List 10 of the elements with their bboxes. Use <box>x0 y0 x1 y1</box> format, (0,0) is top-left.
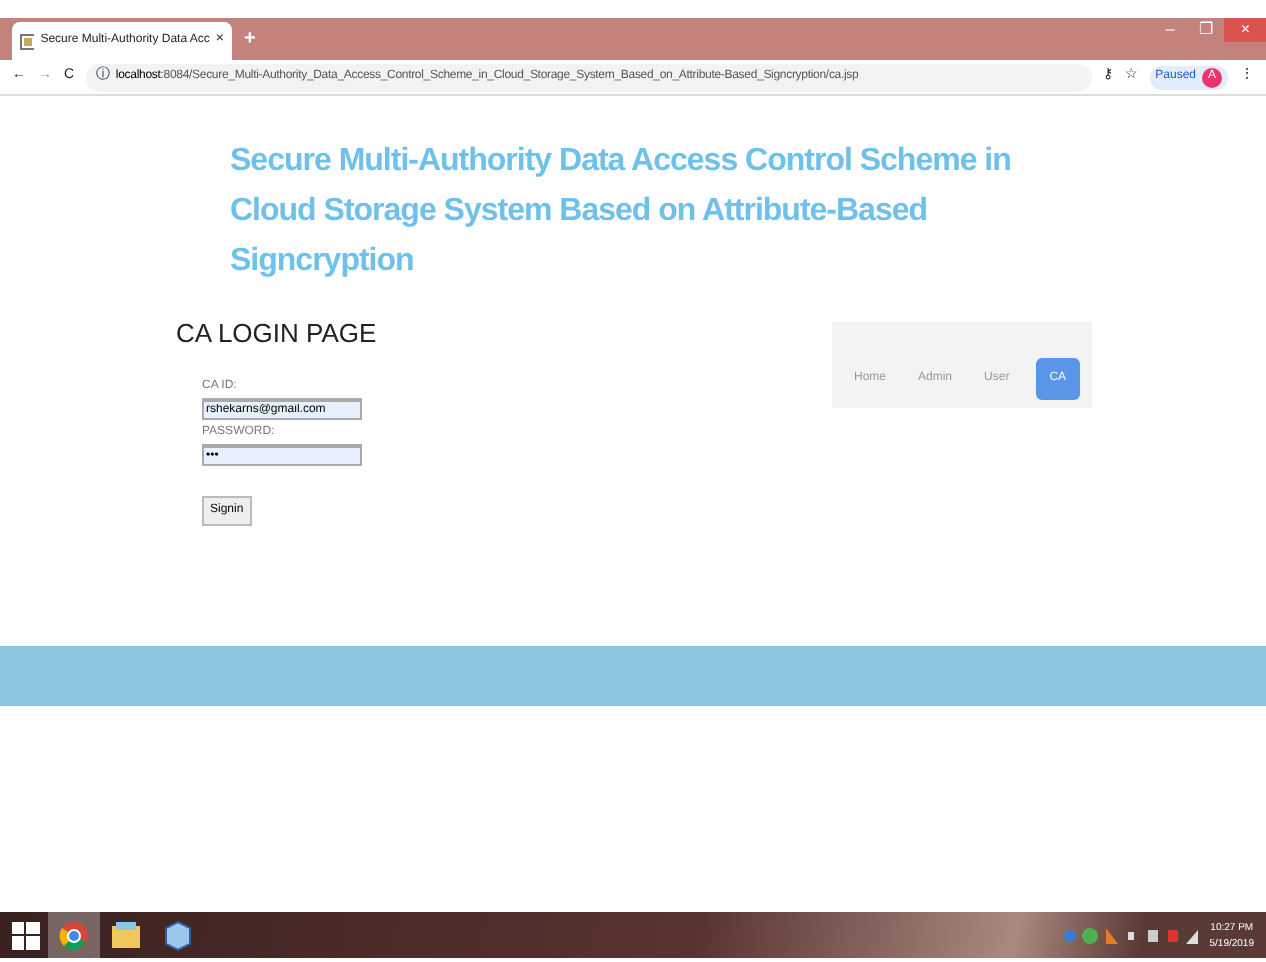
cube-icon <box>162 919 194 951</box>
login-heading: CA LOGIN PAGE <box>176 316 377 352</box>
start-icon[interactable] <box>12 921 40 949</box>
page-title: Secure Multi-Authority Data Access Control Scheme in Cloud Storage System Based on Attribute-Based Signcryption <box>230 142 1013 282</box>
page-icon <box>20 33 35 49</box>
browser-icon <box>58 919 90 951</box>
tray-icons-drawing[interactable] <box>1061 925 1202 945</box>
taskbar-app[interactable] <box>48 912 100 958</box>
folder-icon <box>110 919 142 951</box>
close-window-button[interactable]: × <box>1224 18 1266 42</box>
